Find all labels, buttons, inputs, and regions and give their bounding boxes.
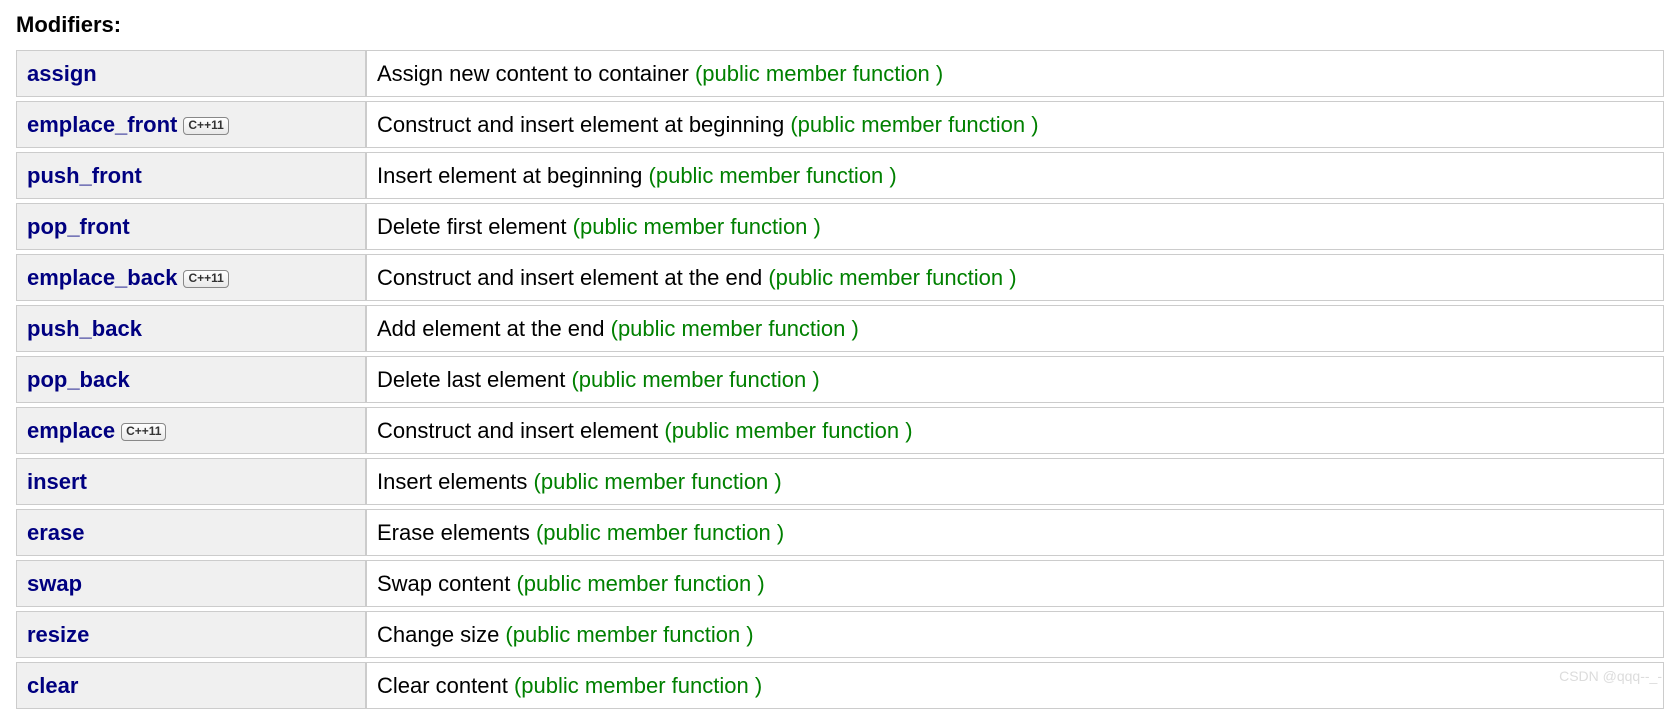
function-link-emplace_back[interactable]: emplace_back: [27, 265, 177, 290]
function-name-cell: emplace_front C++11: [16, 101, 366, 148]
function-desc-cell: Assign new content to container (public …: [366, 50, 1664, 97]
function-annotation: (public member function ): [790, 112, 1038, 137]
function-desc-cell: Clear content (public member function ): [366, 662, 1664, 709]
function-desc-cell: Construct and insert element at the end …: [366, 254, 1664, 301]
function-name-cell: pop_front: [16, 203, 366, 250]
section-title: Modifiers:: [16, 12, 1664, 38]
table-row: clear Clear content (public member functi…: [16, 662, 1664, 709]
function-name-cell: erase: [16, 509, 366, 556]
function-name-cell: insert: [16, 458, 366, 505]
function-annotation: (public member function ): [505, 622, 753, 647]
watermark: CSDN @qqq--_-: [1559, 668, 1662, 684]
function-link-resize[interactable]: resize: [27, 622, 89, 647]
function-description: Swap content: [377, 571, 516, 596]
function-name-cell: pop_back: [16, 356, 366, 403]
function-desc-cell: Erase elements (public member function ): [366, 509, 1664, 556]
function-annotation: (public member function ): [611, 316, 859, 341]
function-description: Change size: [377, 622, 505, 647]
cpp11-badge-icon: C++11: [183, 270, 228, 288]
function-link-swap[interactable]: swap: [27, 571, 82, 596]
function-description: Insert element at beginning: [377, 163, 649, 188]
function-annotation: (public member function ): [534, 469, 782, 494]
function-annotation: (public member function ): [536, 520, 784, 545]
table-row: erase Erase elements (public member funct…: [16, 509, 1664, 556]
function-link-assign[interactable]: assign: [27, 61, 97, 86]
cpp11-badge-icon: C++11: [183, 117, 228, 135]
table-row: push_front Insert element at beginning (p…: [16, 152, 1664, 199]
function-name-cell: resize: [16, 611, 366, 658]
function-desc-cell: Insert element at beginning (public memb…: [366, 152, 1664, 199]
function-name-cell: push_back: [16, 305, 366, 352]
function-name-cell: swap: [16, 560, 366, 607]
function-desc-cell: Swap content (public member function ): [366, 560, 1664, 607]
function-description: Insert elements: [377, 469, 534, 494]
function-annotation: (public member function ): [516, 571, 764, 596]
function-description: Erase elements: [377, 520, 536, 545]
function-annotation: (public member function ): [649, 163, 897, 188]
table-row: resize Change size (public member functio…: [16, 611, 1664, 658]
function-description: Construct and insert element at the end: [377, 265, 768, 290]
function-link-pop_front[interactable]: pop_front: [27, 214, 130, 239]
table-row: swap Swap content (public member function…: [16, 560, 1664, 607]
function-desc-cell: Construct and insert element (public mem…: [366, 407, 1664, 454]
function-link-emplace[interactable]: emplace: [27, 418, 115, 443]
table-row: emplace_front C++11 Construct and insert e…: [16, 101, 1664, 148]
function-desc-cell: Insert elements (public member function …: [366, 458, 1664, 505]
table-row: pop_back Delete last element (public memb…: [16, 356, 1664, 403]
table-row: insert Insert elements (public member fun…: [16, 458, 1664, 505]
function-desc-cell: Delete last element (public member funct…: [366, 356, 1664, 403]
function-annotation: (public member function ): [573, 214, 821, 239]
function-annotation: (public member function ): [768, 265, 1016, 290]
function-desc-cell: Change size (public member function ): [366, 611, 1664, 658]
function-annotation: (public member function ): [664, 418, 912, 443]
table-row: push_back Add element at the end (public …: [16, 305, 1664, 352]
function-name-cell: clear: [16, 662, 366, 709]
function-description: Construct and insert element at beginnin…: [377, 112, 790, 137]
function-name-cell: assign: [16, 50, 366, 97]
function-description: Add element at the end: [377, 316, 611, 341]
table-row: pop_front Delete first element (public me…: [16, 203, 1664, 250]
function-name-cell: push_front: [16, 152, 366, 199]
function-link-erase[interactable]: erase: [27, 520, 85, 545]
function-description: Delete first element: [377, 214, 573, 239]
function-link-emplace_front[interactable]: emplace_front: [27, 112, 177, 137]
table-row: emplace_back C++11 Construct and insert el…: [16, 254, 1664, 301]
function-name-cell: emplace C++11: [16, 407, 366, 454]
function-name-cell: emplace_back C++11: [16, 254, 366, 301]
modifiers-table: assign Assign new content to container (p…: [16, 46, 1664, 713]
function-annotation: (public member function ): [695, 61, 943, 86]
function-desc-cell: Add element at the end (public member fu…: [366, 305, 1664, 352]
function-link-insert[interactable]: insert: [27, 469, 87, 494]
function-description: Assign new content to container: [377, 61, 695, 86]
table-row: emplace C++11 Construct and insert element…: [16, 407, 1664, 454]
function-desc-cell: Delete first element (public member func…: [366, 203, 1664, 250]
function-link-push_back[interactable]: push_back: [27, 316, 142, 341]
table-row: assign Assign new content to container (p…: [16, 50, 1664, 97]
function-link-pop_back[interactable]: pop_back: [27, 367, 130, 392]
function-annotation: (public member function ): [514, 673, 762, 698]
function-link-clear[interactable]: clear: [27, 673, 78, 698]
function-link-push_front[interactable]: push_front: [27, 163, 142, 188]
function-annotation: (public member function ): [571, 367, 819, 392]
function-desc-cell: Construct and insert element at beginnin…: [366, 101, 1664, 148]
function-description: Construct and insert element: [377, 418, 664, 443]
function-description: Clear content: [377, 673, 514, 698]
cpp11-badge-icon: C++11: [121, 423, 166, 441]
function-description: Delete last element: [377, 367, 571, 392]
